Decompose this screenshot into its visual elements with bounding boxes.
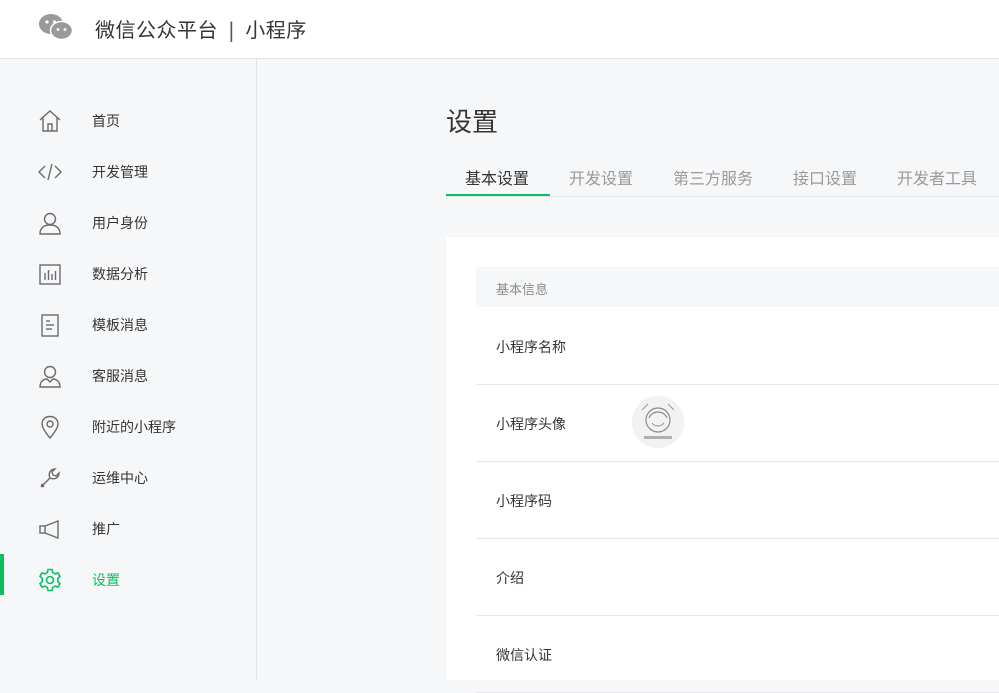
sidebar-item-label: 模板消息	[92, 318, 148, 334]
brand-separator: |	[228, 18, 236, 42]
sidebar-item-ops-center[interactable]: 运维中心	[0, 452, 256, 503]
tab-dev-settings[interactable]: 开发设置	[569, 165, 633, 189]
section-header: 基本信息	[476, 267, 999, 307]
sidebar-item-dev-management[interactable]: 开发管理	[0, 146, 256, 197]
info-row-wechat-verification: 微信认证	[476, 615, 999, 693]
gear-icon	[38, 568, 62, 592]
row-label: 小程序码	[496, 494, 552, 510]
location-pin-icon	[41, 415, 59, 440]
sidebar-item-label: 首页	[92, 114, 120, 130]
tab-third-party-services[interactable]: 第三方服务	[673, 165, 753, 189]
basic-info-panel: 基本信息 小程序名称 小程序头像 小程序码 介绍 微信认证	[446, 237, 999, 693]
sidebar-item-label: 运维中心	[92, 471, 148, 487]
info-row-qrcode: 小程序码	[476, 461, 999, 539]
wrench-icon	[40, 468, 60, 488]
bar-chart-icon	[39, 264, 61, 285]
sidebar-item-data-analysis[interactable]: 数据分析	[0, 248, 256, 299]
sidebar-item-template-messages[interactable]: 模板消息	[0, 299, 256, 350]
sidebar-item-label: 用户身份	[92, 216, 148, 232]
active-tab-underline	[446, 194, 550, 196]
tab-developer-tools[interactable]: 开发者工具	[897, 165, 977, 189]
sidebar-item-settings[interactable]: 设置	[0, 554, 256, 605]
page-title: 设置	[446, 108, 499, 138]
wechat-logo-icon[interactable]	[38, 12, 74, 42]
document-icon	[41, 314, 59, 337]
sidebar-item-label: 设置	[92, 573, 120, 589]
sidebar: 首页 开发管理 用户身份 数据分析 模板消息 客服消息 附近的小程序 运维中心 …	[0, 59, 257, 680]
brand-title[interactable]: 微信公众平台 | 小程序	[95, 14, 307, 43]
sidebar-item-label: 附近的小程序	[92, 420, 176, 436]
section-title: 基本信息	[496, 283, 549, 298]
sidebar-item-nearby-mini-programs[interactable]: 附近的小程序	[0, 401, 256, 452]
row-label: 小程序头像	[496, 417, 566, 433]
avatar-image	[632, 396, 684, 448]
sidebar-item-label: 数据分析	[92, 267, 148, 283]
tab-basic-settings[interactable]: 基本设置	[465, 165, 529, 189]
sidebar-item-home[interactable]: 首页	[0, 95, 256, 146]
settings-tabs: 基本设置 开发设置 第三方服务 接口设置 开发者工具	[446, 152, 999, 197]
tab-api-settings[interactable]: 接口设置	[793, 165, 857, 189]
brand-product: 小程序	[245, 18, 307, 42]
active-indicator	[0, 554, 4, 595]
top-bar: 微信公众平台 | 小程序	[0, 0, 999, 59]
sidebar-item-label: 客服消息	[92, 369, 148, 385]
sidebar-item-label: 开发管理	[92, 165, 148, 181]
avatar[interactable]	[632, 396, 684, 448]
megaphone-icon	[39, 519, 59, 540]
row-label: 小程序名称	[496, 340, 566, 356]
sidebar-item-customer-service[interactable]: 客服消息	[0, 350, 256, 401]
sidebar-item-promotion[interactable]: 推广	[0, 503, 256, 554]
user-icon	[39, 212, 61, 235]
sidebar-item-user-identity[interactable]: 用户身份	[0, 197, 256, 248]
brand-platform: 微信公众平台	[95, 18, 218, 42]
info-row-introduction: 介绍	[476, 538, 999, 616]
sidebar-item-label: 推广	[92, 522, 120, 538]
row-label: 介绍	[496, 571, 524, 587]
customer-service-icon	[39, 365, 61, 388]
code-icon	[38, 163, 62, 181]
row-label: 微信认证	[496, 648, 552, 664]
info-row-avatar: 小程序头像	[476, 384, 999, 462]
home-icon	[39, 110, 61, 132]
info-row-name: 小程序名称	[476, 307, 999, 385]
